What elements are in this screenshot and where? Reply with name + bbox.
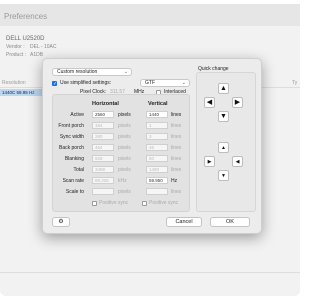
vertical-positive-sync-label: Positive sync (149, 200, 179, 206)
move-left-button[interactable]: ◀ (204, 97, 215, 108)
timing-select[interactable]: GTF ⌄ (140, 79, 190, 87)
gear-icon: ⚙ (58, 219, 64, 225)
chevron-down-icon: ⌄ (181, 80, 186, 86)
vertical-header: Vertical (148, 101, 168, 107)
vertical-7-field[interactable] (146, 188, 168, 195)
vertical-0-field[interactable]: 1440 (146, 111, 168, 118)
expand-vertical-icon: ▼ (221, 173, 226, 179)
arrow-left-icon: ◀ (206, 99, 213, 106)
arrow-up-icon: ▲ (220, 85, 227, 92)
timing-row-label: Blanking (64, 156, 84, 162)
vertical-positive-sync-checkbox[interactable] (142, 201, 147, 206)
timing-row-label: Total (73, 167, 84, 173)
use-simplified-label: Use simplified settings: (60, 80, 112, 86)
arrow-right-icon: ▶ (234, 99, 241, 106)
vendor-value: DEL - 10AC (30, 44, 57, 50)
timing-row-label: Scan rate (62, 178, 84, 184)
horizontal-4-field[interactable]: 928 (92, 155, 114, 162)
vertical-unit: lines (171, 145, 182, 151)
vertical-unit: lines (171, 167, 182, 173)
horizontal-positive-sync-checkbox[interactable] (92, 201, 97, 206)
horizontal-positive-sync-label: Positive sync (99, 200, 129, 206)
use-simplified-checkbox[interactable]: ✓ (52, 81, 57, 87)
timing-row-label: Back porch (58, 145, 84, 151)
horizontal-unit: pixels (118, 112, 131, 118)
move-up-button[interactable]: ▲ (218, 83, 229, 94)
horizontal-3-field[interactable]: 464 (92, 144, 114, 151)
cancel-button[interactable]: Cancel (166, 217, 202, 227)
timing-select-value: GTF (145, 80, 155, 86)
gear-menu-button[interactable]: ⚙ (52, 217, 70, 227)
horizontal-0-field[interactable]: 2560 (92, 111, 114, 118)
shrink-horizontal-icon: ▶ (207, 159, 212, 165)
vertical-unit: lines (171, 189, 182, 195)
move-down-button[interactable]: ▼ (218, 111, 229, 122)
horizontal-unit: pixels (118, 123, 131, 129)
background-title: Preferences (4, 12, 48, 21)
horizontal-unit: pixels (118, 134, 131, 140)
horizontal-unit: pixels (118, 167, 131, 173)
horizontal-1-field[interactable]: 184 (92, 122, 114, 129)
vertical-5-field[interactable]: 1490 (146, 166, 168, 173)
background-bottom-divider (0, 272, 300, 273)
vertical-unit: lines (171, 112, 182, 118)
selected-row-text: 1440C 59.95 Hz (2, 90, 35, 95)
vertical-unit: lines (171, 123, 182, 129)
horizontal-7-field[interactable] (92, 188, 114, 195)
horizontal-unit: pixels (118, 145, 131, 151)
vertical-3-field[interactable]: 46 (146, 144, 168, 151)
table-header-resolution[interactable]: Resolution (2, 80, 26, 86)
vertical-2-field[interactable]: 3 (146, 133, 168, 140)
move-right-button[interactable]: ▶ (232, 97, 243, 108)
horizontal-header: Horizontal (92, 101, 119, 107)
shrink-horizontal-left-button[interactable]: ▶ (204, 156, 215, 167)
expand-vertical-button[interactable]: ▲ (218, 142, 229, 153)
timing-row-label: Scale to (65, 189, 84, 195)
horizontal-unit: kHz (118, 178, 127, 184)
product-label: Product : (6, 52, 27, 58)
table-header-type[interactable]: Ty (292, 80, 297, 86)
mode-select[interactable]: Custom resolution ⌄ (52, 68, 132, 76)
vertical-unit: Hz (171, 178, 178, 184)
vertical-unit: lines (171, 156, 182, 162)
display-name: DELL U2520D (6, 36, 45, 42)
ok-button[interactable]: OK (210, 217, 250, 227)
horizontal-2-field[interactable]: 280 (92, 133, 114, 140)
expand-vertical-icon: ▲ (221, 145, 226, 151)
horizontal-6-field[interactable]: 89.326 (92, 177, 114, 184)
horizontal-unit: pixels (118, 156, 131, 162)
timing-row-label: Sync width (59, 134, 84, 140)
vertical-4-field[interactable]: 50 (146, 155, 168, 162)
expand-vertical-down-button[interactable]: ▼ (218, 170, 229, 181)
vertical-unit: lines (171, 134, 182, 140)
timing-row-label: Front porch (58, 123, 84, 129)
vendor-label: Vendor : (6, 44, 25, 50)
horizontal-5-field[interactable]: 3488 (92, 166, 114, 173)
shrink-horizontal-icon: ◀ (235, 159, 240, 165)
mode-select-value: Custom resolution (57, 69, 98, 75)
vertical-6-field[interactable]: 59.950 (146, 177, 168, 184)
timing-row-label: Active (70, 112, 84, 118)
chevron-down-icon: ⌄ (123, 69, 128, 75)
shrink-horizontal-right-button[interactable]: ◀ (232, 156, 243, 167)
horizontal-unit: pixels (118, 189, 131, 195)
product-value: A1DB (30, 52, 44, 58)
vertical-1-field[interactable]: 1 (146, 122, 168, 129)
arrow-down-icon: ▼ (220, 113, 227, 120)
